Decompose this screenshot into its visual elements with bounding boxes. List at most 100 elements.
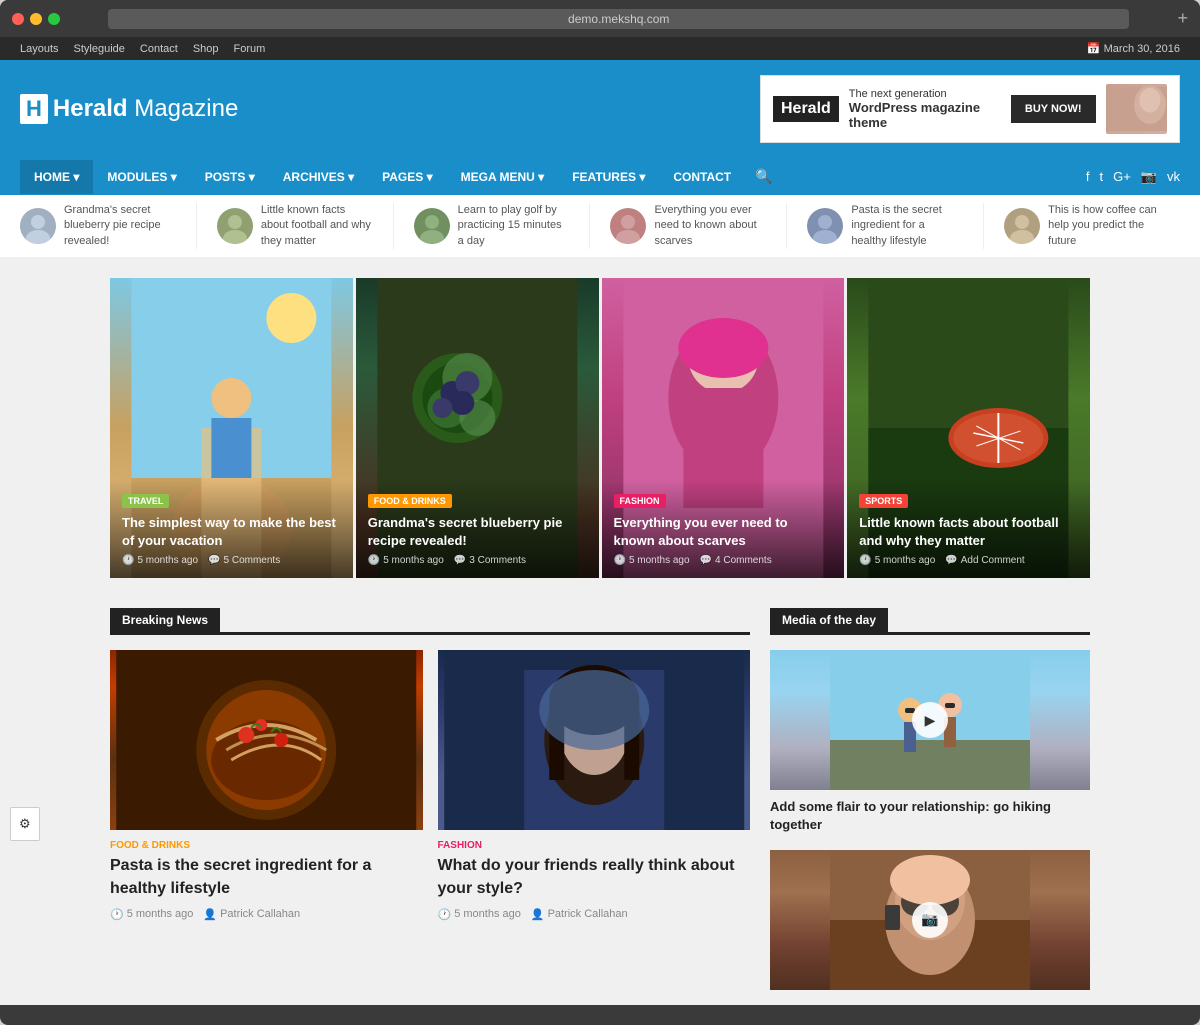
featured-item-fashion[interactable]: FASHION Everything you ever need to know…	[602, 278, 845, 578]
media-title-hiking: Add some flair to your relationship: go …	[770, 798, 1090, 834]
logo-text: Herald Magazine	[53, 95, 238, 123]
twitter-icon[interactable]: t	[1099, 169, 1103, 184]
social-links: f t G+ 📷 vk	[1086, 169, 1180, 185]
nav-contact[interactable]: CONTACT	[659, 160, 745, 194]
ticker-text-1: Grandma's secret blueberry pie recipe re…	[64, 203, 176, 249]
top-nav-forum[interactable]: Forum	[234, 43, 266, 55]
category-badge-travel: TRAVEL	[122, 494, 169, 508]
featured-overlay-sports: SPORTS Little known facts about football…	[847, 480, 1090, 578]
top-nav-shop[interactable]: Shop	[193, 43, 219, 55]
ticker-avatar-4	[610, 208, 646, 244]
featured-title-sports: Little known facts about football and wh…	[859, 514, 1078, 550]
media-image-glasses: 📷	[770, 850, 1090, 990]
googleplus-icon[interactable]: G+	[1113, 169, 1131, 184]
ticker-avatar-5	[807, 208, 843, 244]
featured-meta-sports: 🕐 5 months ago 💬 Add Comment	[859, 555, 1078, 566]
featured-item-food[interactable]: FOOD & DRINKS Grandma's secret blueberry…	[356, 278, 599, 578]
media-of-day-title: Media of the day	[770, 608, 888, 632]
nav-archives[interactable]: ARCHIVES ▾	[269, 160, 368, 194]
browser-window: demo.mekshq.com + Layouts Styleguide Con…	[0, 0, 1200, 1025]
ticker-item-5[interactable]: Pasta is the secret ingredient for a hea…	[787, 203, 984, 249]
article-title-fashion: What do your friends really think about …	[438, 855, 751, 900]
article-category-fashion: FASHION	[438, 840, 751, 851]
top-date: 📅 March 30, 2016	[1087, 42, 1180, 55]
ticker-avatar-1	[20, 208, 56, 244]
browser-dots	[12, 13, 60, 25]
article-meta-pasta: 🕐 5 months ago 👤 Patrick Callahan	[110, 908, 423, 921]
article-card-pasta[interactable]: FOOD & DRINKS Pasta is the secret ingred…	[110, 650, 423, 921]
ticker-item-3[interactable]: Learn to play golf by practicing 15 minu…	[394, 203, 591, 249]
article-card-fashion[interactable]: FASHION What do your friends really thin…	[438, 650, 751, 921]
top-nav-contact[interactable]: Contact	[140, 43, 178, 55]
site-header: H Herald Magazine Herald The next genera…	[0, 60, 1200, 158]
ticker-bar: Grandma's secret blueberry pie recipe re…	[0, 195, 1200, 258]
ticker-text-3: Learn to play golf by practicing 15 minu…	[458, 203, 570, 249]
ticker-item-4[interactable]: Everything you ever need to known about …	[590, 203, 787, 249]
article-image-pasta	[110, 650, 423, 830]
nav-modules[interactable]: MODULES ▾	[93, 160, 190, 194]
content-row: Breaking News	[110, 608, 1090, 1004]
article-title-pasta: Pasta is the secret ingredient for a hea…	[110, 855, 423, 900]
ticker-avatar-3	[414, 208, 450, 244]
featured-meta-fashion: 🕐 5 months ago 💬 4 Comments	[614, 555, 833, 566]
banner-logo: Herald	[773, 96, 839, 122]
nav-links: HOME ▾ MODULES ▾ POSTS ▾ ARCHIVES ▾ PAGE…	[20, 158, 783, 195]
banner-image	[1106, 84, 1167, 134]
browser-titlebar: demo.mekshq.com +	[0, 0, 1200, 37]
header-banner[interactable]: Herald The next generation WordPress mag…	[760, 75, 1180, 143]
nav-search-icon[interactable]: 🔍	[745, 158, 782, 195]
nav-mega-menu[interactable]: MEGA MENU ▾	[447, 160, 559, 194]
nav-pages[interactable]: PAGES ▾	[368, 160, 446, 194]
ticker-item-1[interactable]: Grandma's secret blueberry pie recipe re…	[20, 203, 197, 249]
site-logo[interactable]: H Herald Magazine	[20, 94, 238, 124]
ticker-text-2: Little known facts about football and wh…	[261, 203, 373, 249]
nav-home[interactable]: HOME ▾	[20, 160, 93, 194]
ticker-text-6: This is how coffee can help you predict …	[1048, 203, 1160, 249]
featured-overlay-travel: TRAVEL The simplest way to make the best…	[110, 480, 353, 578]
vk-icon[interactable]: vk	[1167, 169, 1180, 184]
ticker-text-5: Pasta is the secret ingredient for a hea…	[851, 203, 963, 249]
site-content: Layouts Styleguide Contact Shop Forum 📅 …	[0, 37, 1200, 1005]
media-item-hiking[interactable]: ▶ Add some flair to your relationship: g…	[770, 650, 1090, 834]
instagram-icon[interactable]: 📷	[1141, 169, 1157, 185]
top-nav-layouts[interactable]: Layouts	[20, 43, 59, 55]
banner-buy-button[interactable]: BUY NOW!	[1011, 95, 1096, 123]
media-item-glasses[interactable]: 📷	[770, 850, 1090, 990]
top-navigation: Layouts Styleguide Contact Shop Forum	[20, 43, 265, 55]
ticker-item-2[interactable]: Little known facts about football and wh…	[197, 203, 394, 249]
media-sidebar: Media of the day	[770, 608, 1090, 1004]
ticker-avatar-6	[1004, 208, 1040, 244]
featured-item-sports[interactable]: SPORTS Little known facts about football…	[847, 278, 1090, 578]
article-meta-fashion: 🕐 5 months ago 👤 Patrick Callahan	[438, 908, 751, 921]
play-button-icon[interactable]: ▶	[912, 702, 948, 738]
ticker-item-6[interactable]: This is how coffee can help you predict …	[984, 203, 1180, 249]
featured-item-travel[interactable]: TRAVEL The simplest way to make the best…	[110, 278, 353, 578]
featured-overlay-food: FOOD & DRINKS Grandma's secret blueberry…	[356, 480, 599, 578]
camera-icon[interactable]: 📷	[912, 902, 948, 938]
main-content: TRAVEL The simplest way to make the best…	[100, 278, 1100, 1004]
nav-features[interactable]: FEATURES ▾	[558, 160, 659, 194]
new-tab-button[interactable]: +	[1177, 8, 1188, 29]
close-dot[interactable]	[12, 13, 24, 25]
ticker-avatar-2	[217, 208, 253, 244]
breaking-news-section: Breaking News	[110, 608, 750, 1004]
address-bar[interactable]: demo.mekshq.com	[108, 9, 1129, 29]
nav-posts[interactable]: POSTS ▾	[191, 160, 269, 194]
maximize-dot[interactable]	[48, 13, 60, 25]
minimize-dot[interactable]	[30, 13, 42, 25]
category-badge-fashion: FASHION	[614, 494, 666, 508]
top-bar: Layouts Styleguide Contact Shop Forum 📅 …	[0, 37, 1200, 60]
ticker-text-4: Everything you ever need to known about …	[654, 203, 766, 249]
breaking-grid: FOOD & DRINKS Pasta is the secret ingred…	[110, 650, 750, 921]
media-image-hiking: ▶	[770, 650, 1090, 790]
featured-meta-food: 🕐 5 months ago 💬 3 Comments	[368, 555, 587, 566]
main-navigation: HOME ▾ MODULES ▾ POSTS ▾ ARCHIVES ▾ PAGE…	[0, 158, 1200, 195]
article-category-pasta: FOOD & DRINKS	[110, 840, 423, 851]
facebook-icon[interactable]: f	[1086, 169, 1090, 184]
featured-overlay-fashion: FASHION Everything you ever need to know…	[602, 480, 845, 578]
featured-title-fashion: Everything you ever need to known about …	[614, 514, 833, 550]
settings-gear[interactable]: ⚙	[10, 807, 40, 841]
featured-title-food: Grandma's secret blueberry pie recipe re…	[368, 514, 587, 550]
top-nav-styleguide[interactable]: Styleguide	[74, 43, 125, 55]
category-badge-food: FOOD & DRINKS	[368, 494, 452, 508]
